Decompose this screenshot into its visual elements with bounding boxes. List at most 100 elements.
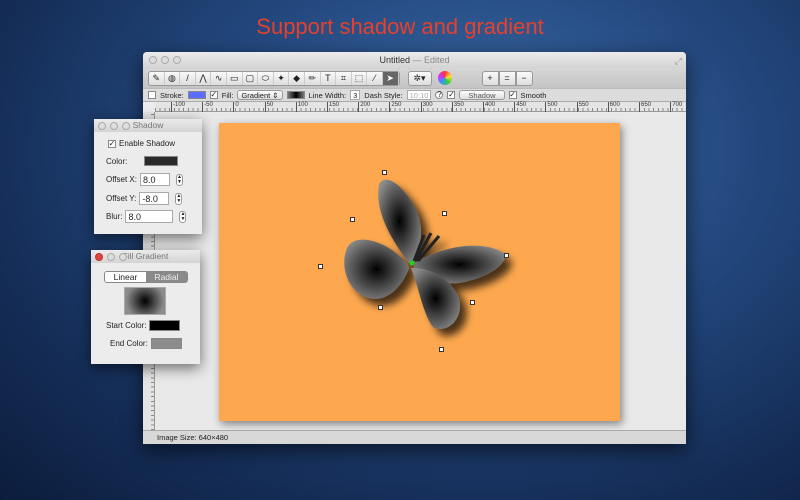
zoom-button[interactable] bbox=[122, 121, 130, 130]
zoom-out-button[interactable]: − bbox=[515, 70, 533, 86]
linear-tab[interactable]: Linear bbox=[105, 272, 146, 282]
pencil-icon[interactable]: ✏ bbox=[305, 71, 321, 85]
close-button[interactable] bbox=[95, 252, 103, 261]
radial-tab[interactable]: Radial bbox=[146, 272, 187, 282]
ellipse-icon[interactable]: ⬭ bbox=[258, 71, 274, 85]
butterfly-shape-icon[interactable]: ✦ bbox=[274, 71, 290, 85]
dash-style-input[interactable]: 10:10 bbox=[406, 90, 432, 100]
minimize-button[interactable] bbox=[161, 56, 169, 64]
offset-x-input[interactable]: 8.0 bbox=[139, 173, 170, 186]
shadow-panel: Shadow ✓ Enable Shadow Color: Offset X: 8.… bbox=[94, 119, 202, 234]
canvas-area bbox=[155, 113, 686, 430]
ruler-label: 100 bbox=[295, 102, 308, 112]
zoom-button[interactable] bbox=[173, 56, 181, 64]
ruler-label: 300 bbox=[420, 102, 433, 112]
selection-handle[interactable] bbox=[350, 217, 355, 222]
start-color-well[interactable] bbox=[149, 320, 181, 331]
marquee-icon[interactable]: ⬚ bbox=[352, 71, 368, 85]
ruler-label: 450 bbox=[514, 102, 526, 112]
blur-stepper[interactable]: ▲ ▼ bbox=[179, 210, 187, 223]
start-color-label: Start Color: bbox=[106, 321, 147, 330]
ruler-label: 500 bbox=[545, 102, 557, 112]
line-icon[interactable]: / bbox=[180, 71, 196, 85]
crop-icon[interactable]: ⌗ bbox=[336, 71, 352, 85]
selection-handle[interactable] bbox=[442, 211, 447, 216]
ruler-label: 150 bbox=[327, 102, 339, 112]
butterfly-shape[interactable] bbox=[219, 123, 620, 421]
offset-y-label: Offset Y: bbox=[106, 194, 137, 203]
stroke-checkbox[interactable] bbox=[148, 91, 156, 99]
headline: Support shadow and gradient bbox=[256, 14, 544, 39]
offset-x-stepper[interactable]: ▲ ▼ bbox=[175, 173, 183, 186]
selection-handle[interactable] bbox=[504, 253, 509, 258]
ruler-label: 550 bbox=[576, 102, 589, 112]
zoom-controls: + = − bbox=[481, 70, 533, 86]
panel-title: Shadow bbox=[132, 120, 164, 130]
fill-checkbox[interactable]: ✓ bbox=[209, 91, 218, 99]
eraser-icon[interactable]: ◆ bbox=[289, 71, 305, 85]
fullscreen-icon[interactable]: ⤢ bbox=[675, 53, 682, 69]
end-color-well[interactable] bbox=[150, 338, 182, 349]
selection-handle[interactable] bbox=[378, 305, 383, 310]
shadow-checkbox[interactable]: ✓ bbox=[447, 91, 456, 99]
line-width-label: Line Width: bbox=[308, 90, 347, 100]
ruler-label: -100 bbox=[171, 102, 185, 112]
ruler-label: -50 bbox=[202, 102, 213, 112]
options-bar: Stroke: ✓ Fill: Gradient ⇕ Line Width: 3… bbox=[143, 88, 686, 102]
dash-style-label: Dash Style: bbox=[364, 90, 403, 100]
selection-handle[interactable] bbox=[470, 300, 475, 305]
blur-input[interactable]: 8.0 bbox=[125, 210, 174, 223]
offset-x-label: Offset X: bbox=[106, 175, 137, 184]
edited-label: — Edited bbox=[412, 55, 450, 65]
window-title: Untitled bbox=[379, 55, 410, 65]
offset-y-input[interactable]: -8.0 bbox=[139, 192, 170, 205]
ruler-label: 350 bbox=[451, 102, 464, 112]
help-button[interactable]: ? bbox=[435, 91, 444, 99]
fill-gradient-well[interactable] bbox=[286, 91, 305, 99]
shadow-button[interactable]: Shadow bbox=[459, 90, 505, 100]
polyline-icon[interactable]: ⋀ bbox=[196, 71, 212, 85]
stroke-label: Stroke: bbox=[160, 90, 184, 100]
color-picker-icon[interactable] bbox=[437, 71, 452, 85]
line-width-input[interactable]: 3 bbox=[350, 90, 361, 100]
curve-icon[interactable]: ∿ bbox=[211, 71, 227, 85]
magic-wand-icon[interactable]: ⁄ bbox=[367, 71, 383, 85]
drawing-canvas[interactable] bbox=[219, 123, 620, 421]
selection-handle[interactable] bbox=[382, 170, 387, 175]
close-button[interactable] bbox=[149, 56, 157, 64]
title-bar: Untitled — Edited ⤢ bbox=[143, 52, 686, 68]
fill-label: Fill: bbox=[221, 90, 234, 100]
pointer-icon[interactable]: ➤ bbox=[382, 71, 399, 85]
rectangle-icon[interactable]: ▭ bbox=[227, 71, 243, 85]
horizontal-ruler: -100 -50 0 50 100 150 200 250 300 350 400 450 500 550… bbox=[155, 102, 686, 112]
ruler-label: 50 bbox=[264, 102, 273, 112]
fill-mode-select[interactable]: Gradient ⇕ bbox=[237, 90, 283, 100]
minimize-button[interactable] bbox=[110, 121, 118, 130]
smooth-checkbox[interactable]: ✓ bbox=[508, 91, 517, 99]
eyedropper-icon[interactable]: ✎ bbox=[149, 71, 165, 85]
ruler-label: 700 bbox=[670, 102, 682, 112]
enable-shadow-checkbox[interactable]: ✓ bbox=[108, 139, 116, 148]
editor-window: Untitled — Edited ⤢ ✎ ◍ / ⋀ ∿ ▭ ▢ ⬭ ✦ ◆ ✏ T ⌗ ⬚ ⁄ ➤ ✲▾ … bbox=[143, 52, 686, 444]
zoom-actual-button[interactable]: = bbox=[498, 70, 516, 86]
selection-handle[interactable] bbox=[439, 347, 444, 352]
paint-bucket-icon[interactable]: ◍ bbox=[165, 71, 181, 85]
offset-y-stepper[interactable]: ▲ ▼ bbox=[175, 192, 183, 205]
minimize-button[interactable] bbox=[107, 252, 115, 261]
panel-title: Fill Gradient bbox=[122, 251, 169, 261]
text-icon[interactable]: T bbox=[321, 71, 337, 85]
zoom-in-button[interactable]: + bbox=[481, 70, 499, 86]
shadow-color-well[interactable] bbox=[144, 156, 179, 166]
rounded-rect-icon[interactable]: ▢ bbox=[243, 71, 259, 85]
status-bar: Image Size: 640×480 bbox=[143, 430, 686, 444]
close-button[interactable] bbox=[98, 121, 106, 130]
end-color-label: End Color: bbox=[110, 339, 148, 348]
selection-handle[interactable] bbox=[318, 264, 323, 269]
zoom-button[interactable] bbox=[119, 252, 127, 261]
toolbar: ✎ ◍ / ⋀ ∿ ▭ ▢ ⬭ ✦ ◆ ✏ T ⌗ ⬚ ⁄ ➤ ✲▾ + = − bbox=[143, 68, 686, 88]
settings-menu-button[interactable]: ✲▾ bbox=[407, 70, 432, 86]
ruler-label: 0 bbox=[233, 102, 239, 112]
enable-shadow-label: Enable Shadow bbox=[119, 139, 176, 148]
blur-label: Blur: bbox=[106, 212, 123, 221]
stroke-color-well[interactable] bbox=[187, 91, 206, 99]
